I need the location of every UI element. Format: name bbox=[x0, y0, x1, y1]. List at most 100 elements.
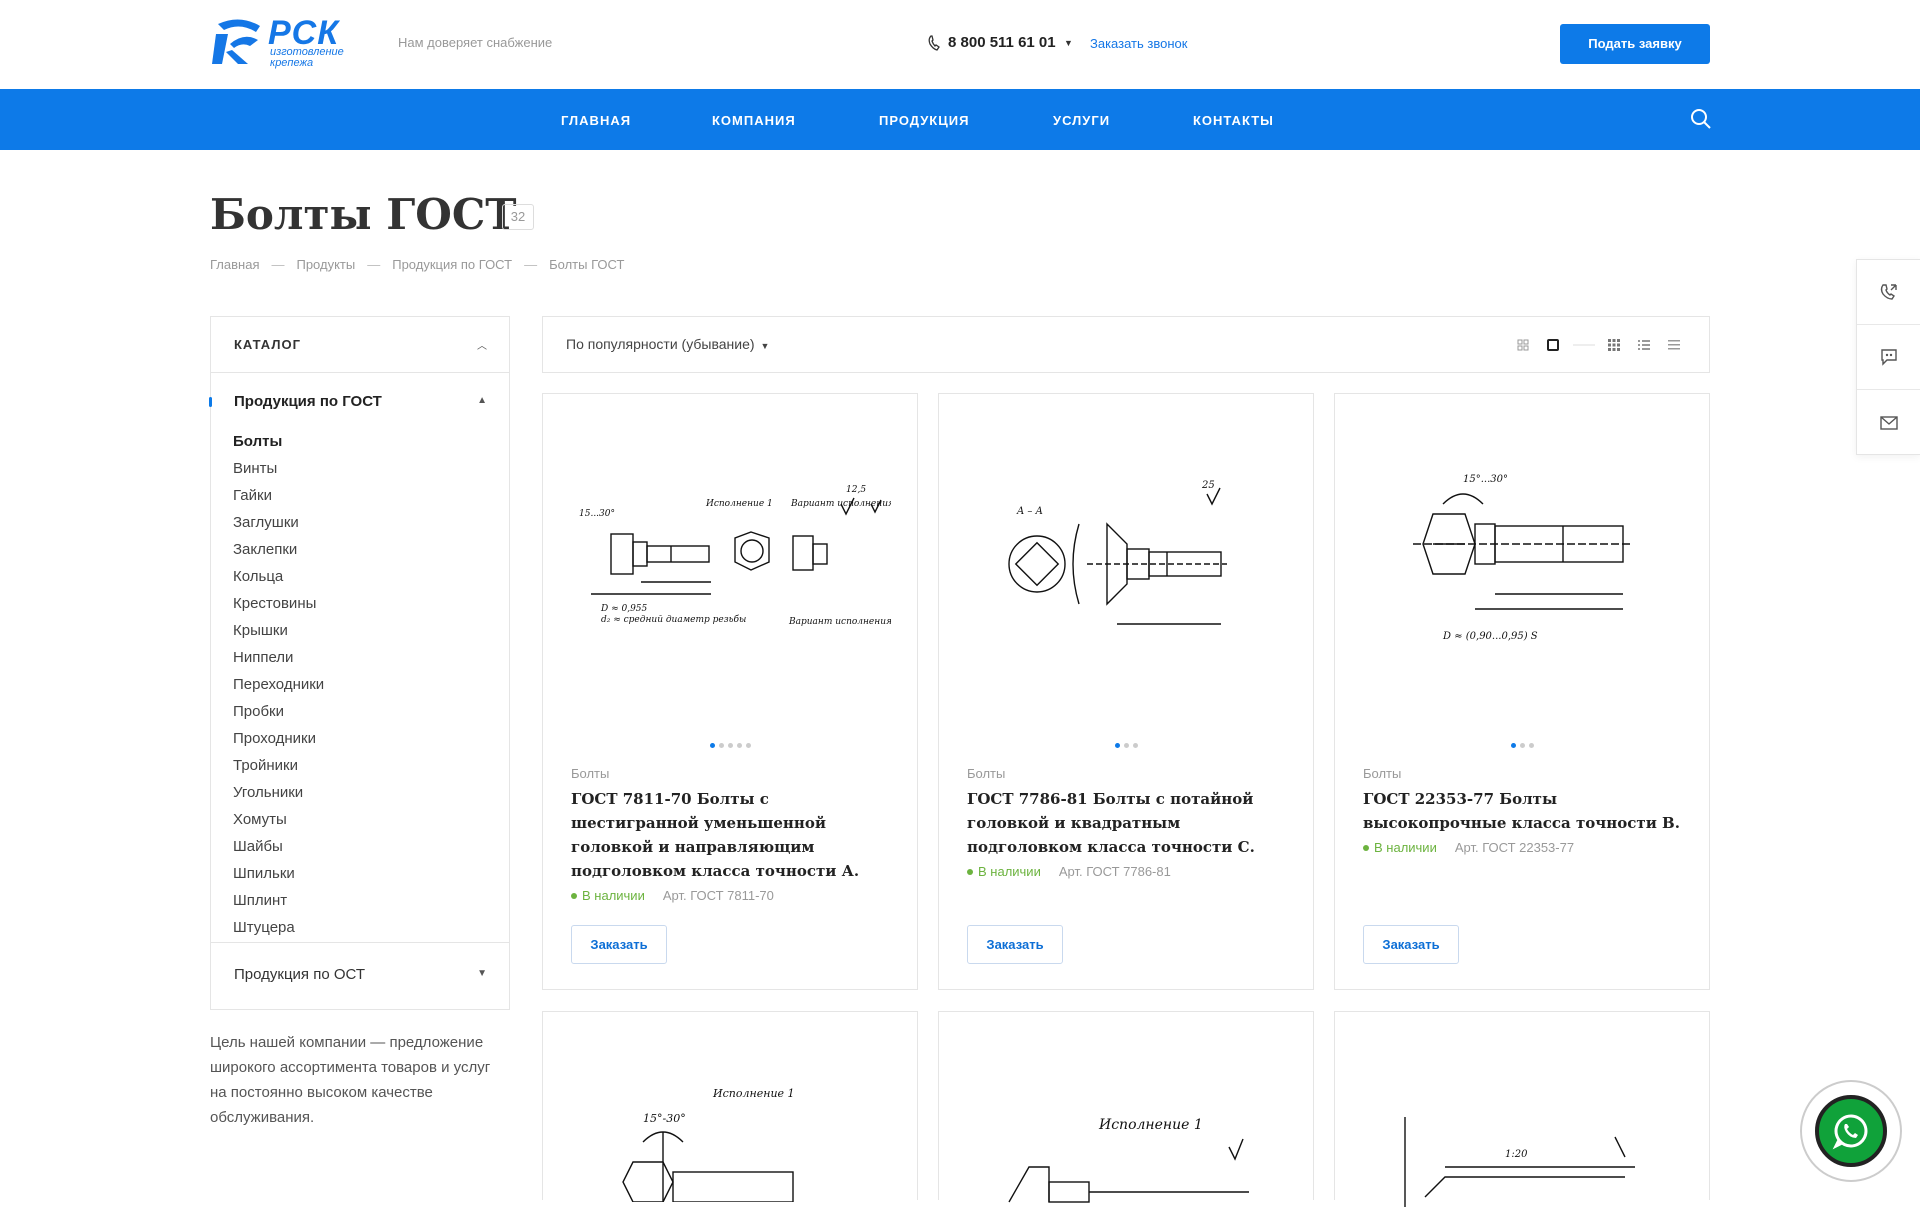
pager-dot[interactable] bbox=[718, 743, 724, 748]
drawing-label: D ≈ 0,955 bbox=[600, 604, 648, 614]
list-item[interactable]: Крестовины bbox=[233, 595, 324, 622]
chevron-down-icon: ▼ bbox=[760, 341, 770, 351]
list-item[interactable]: Проходники bbox=[233, 730, 324, 757]
product-image[interactable]: Исполнение 1 Вариант исполнения головки … bbox=[563, 424, 899, 684]
image-pager[interactable] bbox=[1335, 743, 1709, 748]
breadcrumb-separator: — bbox=[271, 257, 285, 272]
chevron-down-icon[interactable]: ▼ bbox=[1064, 38, 1073, 48]
callback-widget[interactable] bbox=[1857, 260, 1920, 325]
image-pager[interactable] bbox=[939, 743, 1313, 748]
pager-dot[interactable] bbox=[1114, 743, 1120, 748]
list-item[interactable]: Кольца bbox=[233, 568, 324, 595]
list-item[interactable]: Шпильки bbox=[233, 865, 324, 892]
sort-select[interactable]: По популярности (убывание) ▼ bbox=[566, 336, 769, 352]
product-card[interactable]: Исполнение 1 bbox=[938, 1011, 1314, 1203]
pager-dot[interactable] bbox=[1528, 743, 1534, 748]
chat-widget[interactable] bbox=[1857, 325, 1920, 390]
table-view-icon[interactable] bbox=[1667, 338, 1681, 352]
product-image[interactable]: 15°...30° D ≈ (0,90...0,95) S bbox=[1355, 424, 1691, 684]
bolt-drawing-icon: A – A 25 bbox=[1008, 480, 1227, 625]
stock-status: В наличии bbox=[582, 888, 645, 903]
pager-dot[interactable] bbox=[736, 743, 742, 748]
chevron-up-icon[interactable]: ▲ bbox=[477, 395, 487, 406]
list-item[interactable]: Заклепки bbox=[233, 541, 324, 568]
breadcrumb-item[interactable]: Главная bbox=[210, 257, 259, 272]
list-item[interactable]: Шплинт bbox=[233, 892, 324, 919]
list-item[interactable]: Переходники bbox=[233, 676, 324, 703]
list-item[interactable]: Хомуты bbox=[233, 811, 324, 838]
list-item[interactable]: Крышки bbox=[233, 622, 324, 649]
product-category[interactable]: Болты bbox=[571, 766, 609, 781]
product-card[interactable]: 15°...30° D ≈ (0,90...0,95) S Болты ГОСТ… bbox=[1334, 393, 1710, 990]
nav-item-services[interactable]: УСЛУГИ bbox=[1053, 113, 1110, 128]
list-item[interactable]: Болты bbox=[233, 433, 324, 460]
catalog-group-ost[interactable]: Продукция по ОСТ ▼ bbox=[211, 943, 509, 1009]
pager-dot[interactable] bbox=[1123, 743, 1129, 748]
list-item[interactable]: Заглушки bbox=[233, 514, 324, 541]
whatsapp-button[interactable] bbox=[1800, 1080, 1902, 1182]
product-title[interactable]: ГОСТ 7786-81 Болты с потайной головкой и… bbox=[967, 787, 1297, 859]
article-number: Арт. ГОСТ 22353-77 bbox=[1454, 840, 1575, 855]
pager-dot[interactable] bbox=[709, 743, 715, 748]
pager-dot[interactable] bbox=[1132, 743, 1138, 748]
product-image[interactable]: A – A 25 bbox=[959, 424, 1295, 684]
stock-line: В наличии Арт. ГОСТ 7786-81 bbox=[967, 864, 1171, 879]
drawing-label: Исполнение 1 bbox=[712, 1087, 795, 1100]
list-item[interactable]: Тройники bbox=[233, 757, 324, 784]
drawing-label: 12,5 bbox=[846, 485, 866, 495]
drawing-label: A – A bbox=[1016, 506, 1043, 517]
pager-dot[interactable] bbox=[1510, 743, 1516, 748]
product-card[interactable]: Исполнение 1 Вариант исполнения головки … bbox=[542, 393, 918, 990]
apply-button[interactable]: Подать заявку bbox=[1560, 24, 1710, 64]
phone-number[interactable]: 8 800 511 61 01 bbox=[948, 34, 1056, 51]
nav-item-company[interactable]: КОМПАНИЯ bbox=[712, 113, 796, 128]
list-item[interactable]: Штуцера bbox=[233, 919, 324, 946]
grid-small-view-icon[interactable] bbox=[1607, 338, 1621, 352]
order-button[interactable]: Заказать bbox=[571, 925, 667, 964]
breadcrumb-item[interactable]: Продукты bbox=[296, 257, 355, 272]
catalog-title: КАТАЛОГ bbox=[234, 337, 301, 352]
chevron-up-icon[interactable]: ︿ bbox=[477, 337, 487, 352]
catalog-group-title[interactable]: Продукция по ГОСТ bbox=[234, 393, 382, 410]
active-marker bbox=[209, 397, 212, 407]
breadcrumb: Главная — Продукты — Продукция по ГОСТ —… bbox=[210, 257, 636, 272]
order-button[interactable]: Заказать bbox=[967, 925, 1063, 964]
product-title[interactable]: ГОСТ 7811-70 Болты с шестигранной уменьш… bbox=[571, 787, 901, 883]
product-card[interactable]: A – A 25 Болты ГОСТ 7786-81 Болты с пота… bbox=[938, 393, 1314, 990]
catalog-header[interactable]: КАТАЛОГ ︿ bbox=[211, 317, 509, 373]
logo[interactable]: РСК изготовление крепежа bbox=[210, 14, 360, 70]
product-card[interactable]: Исполнение 1 15°-30° bbox=[542, 1011, 918, 1202]
product-title[interactable]: ГОСТ 22353-77 Болты высокопрочные класса… bbox=[1363, 787, 1693, 835]
search-icon[interactable] bbox=[1690, 108, 1712, 130]
list-item[interactable]: Гайки bbox=[233, 487, 324, 514]
list-item[interactable]: Угольники bbox=[233, 784, 324, 811]
chevron-down-icon[interactable]: ▼ bbox=[477, 968, 487, 979]
logo-subtitle: изготовление крепежа bbox=[270, 47, 344, 69]
list-view-icon[interactable] bbox=[1637, 338, 1651, 352]
nav-item-products[interactable]: ПРОДУКЦИЯ bbox=[879, 113, 969, 128]
product-card[interactable]: 1:20 bbox=[1334, 1011, 1710, 1207]
list-item[interactable]: Ниппели bbox=[233, 649, 324, 676]
email-widget[interactable] bbox=[1857, 390, 1920, 455]
breadcrumb-item[interactable]: Продукция по ГОСТ bbox=[392, 257, 512, 272]
pager-dot[interactable] bbox=[1519, 743, 1525, 748]
nav-item-contacts[interactable]: КОНТАКТЫ bbox=[1193, 113, 1274, 128]
nav-item-home[interactable]: ГЛАВНАЯ bbox=[561, 113, 631, 128]
catalog-group-title[interactable]: Продукция по ОСТ bbox=[234, 966, 365, 983]
tile-view-icon[interactable] bbox=[1546, 338, 1560, 352]
list-item[interactable]: Пробки bbox=[233, 703, 324, 730]
breadcrumb-current: Болты ГОСТ bbox=[549, 257, 625, 272]
product-category[interactable]: Болты bbox=[1363, 766, 1401, 781]
pager-dot[interactable] bbox=[727, 743, 733, 748]
list-item[interactable]: Винты bbox=[233, 460, 324, 487]
grid-large-view-icon[interactable] bbox=[1516, 338, 1530, 352]
order-button[interactable]: Заказать bbox=[1363, 925, 1459, 964]
callback-link[interactable]: Заказать звонок bbox=[1090, 36, 1187, 51]
bolt-drawing-icon: Исполнение 1 15°-30° bbox=[622, 1087, 795, 1202]
catalog-sub-list: Болты Винты Гайки Заглушки Заклепки Коль… bbox=[233, 433, 324, 946]
list-item[interactable]: Шайбы bbox=[233, 838, 324, 865]
image-pager[interactable] bbox=[543, 743, 917, 748]
logo-sub-line-2: крепежа bbox=[270, 57, 314, 69]
product-category[interactable]: Болты bbox=[967, 766, 1005, 781]
pager-dot[interactable] bbox=[745, 743, 751, 748]
